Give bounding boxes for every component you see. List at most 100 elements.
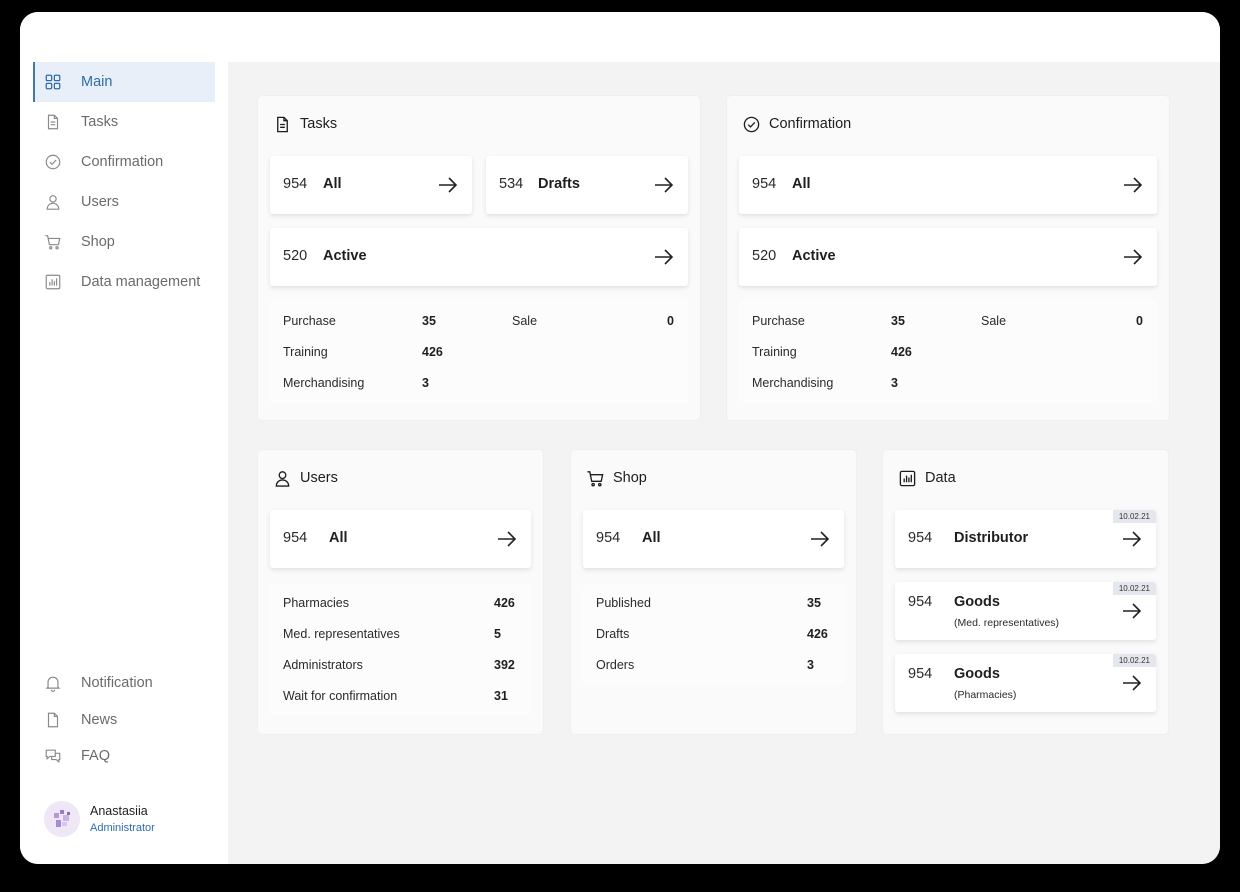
tile-label: All	[323, 176, 342, 192]
data-card: Data 10.02.21 954 Distributor 10.02.21 9…	[883, 450, 1168, 734]
card-title-text: Tasks	[300, 116, 338, 132]
sidebar: Main Tasks Confirmation Users Shop Data …	[20, 62, 228, 864]
stat-value: 426	[494, 596, 515, 610]
data-goods-med-tile[interactable]: 10.02.21 954 Goods (Med. representatives…	[895, 582, 1156, 640]
chat-icon	[43, 746, 63, 766]
stat-label: Purchase	[752, 314, 805, 328]
user-icon	[272, 468, 292, 488]
stat-label: Drafts	[596, 627, 630, 641]
shop-all-tile[interactable]: 954 All	[583, 510, 844, 568]
stat-value: 35	[891, 314, 905, 328]
shop-card: Shop 954 All Published 35 Drafts 426 Ord…	[571, 450, 856, 734]
tasks-drafts-tile[interactable]: 534 Drafts	[486, 156, 688, 214]
card-title: Data	[897, 468, 956, 488]
sidebar-item-label: Data management	[81, 274, 201, 290]
check-circle-icon	[43, 152, 63, 172]
stat-value: 35	[422, 314, 436, 328]
tile-count: 534	[499, 176, 524, 192]
stat-value: 0	[1136, 314, 1143, 328]
sidebar-item-label: Shop	[81, 234, 115, 250]
profile-role: Administrator	[90, 822, 155, 834]
users-card: Users 954 All Pharmacies 426 Med. repres…	[258, 450, 543, 734]
arrow-right-icon	[811, 531, 830, 547]
sidebar-item-label: FAQ	[81, 748, 111, 764]
profile-name: Anastasiia	[90, 804, 148, 818]
stat-label: Sale	[512, 314, 538, 328]
date-badge: 10.02.21	[1112, 510, 1156, 523]
stat-label: Orders	[596, 658, 635, 672]
stat-value: 426	[422, 345, 443, 359]
sidebar-item-label: Tasks	[81, 114, 119, 130]
sidebar-item-news[interactable]: News	[33, 700, 215, 740]
arrow-right-icon	[655, 177, 674, 193]
stat-value: 3	[807, 658, 814, 672]
bell-icon	[43, 673, 63, 693]
stat-label: Purchase	[283, 314, 336, 328]
cart-icon	[585, 468, 605, 488]
sidebar-item-shop[interactable]: Shop	[33, 222, 215, 262]
grid-icon	[43, 72, 63, 92]
arrow-right-icon	[1123, 531, 1142, 547]
app-window: Main Tasks Confirmation Users Shop Data …	[20, 12, 1220, 864]
stat-label: Training	[283, 345, 328, 359]
tasks-active-tile[interactable]: 520 Active	[270, 228, 688, 286]
card-title-text: Data	[925, 470, 956, 486]
sidebar-item-main[interactable]: Main	[33, 62, 215, 102]
stat-label: Merchandising	[283, 376, 365, 390]
top-bar	[20, 12, 1220, 62]
data-distributor-tile[interactable]: 10.02.21 954 Distributor	[895, 510, 1156, 568]
stat-label: Pharmacies	[283, 596, 349, 610]
check-circle-icon	[741, 114, 761, 134]
stat-label: Published	[596, 596, 651, 610]
document-icon	[43, 112, 63, 132]
sidebar-item-label: Notification	[81, 675, 153, 691]
sidebar-item-faq[interactable]: FAQ	[33, 736, 215, 776]
avatar	[44, 801, 80, 837]
stat-value: 0	[667, 314, 674, 328]
tile-count: 954	[283, 530, 308, 546]
main-content: Tasks 954 All 534 Drafts 520 Active Purc…	[228, 62, 1220, 864]
stat-label: Training	[752, 345, 797, 359]
tile-label: Goods	[954, 594, 1000, 610]
stat-label: Merchandising	[752, 376, 834, 390]
stat-value: 5	[494, 627, 501, 641]
sidebar-item-label: Confirmation	[81, 154, 164, 170]
stat-value: 31	[494, 689, 508, 703]
users-all-tile[interactable]: 954 All	[270, 510, 531, 568]
date-badge: 10.02.21	[1112, 582, 1156, 595]
tile-label: Drafts	[538, 176, 580, 192]
confirmation-active-tile[interactable]: 520 Active	[739, 228, 1157, 286]
bar-chart-icon	[43, 272, 63, 292]
card-title: Users	[272, 468, 338, 488]
document-icon	[272, 114, 292, 134]
shop-stats: Published 35 Drafts 426 Orders 3	[583, 584, 844, 684]
sidebar-item-tasks[interactable]: Tasks	[33, 102, 215, 142]
stat-value: 426	[807, 627, 828, 641]
tile-label: Active	[323, 248, 367, 264]
stat-label: Wait for confirmation	[283, 689, 398, 703]
stat-value: 35	[807, 596, 821, 610]
sidebar-item-label: Main	[81, 74, 113, 90]
sidebar-item-users[interactable]: Users	[33, 182, 215, 222]
user-profile[interactable]: Anastasiia Administrator	[44, 801, 155, 837]
confirmation-all-tile[interactable]: 954 All	[739, 156, 1157, 214]
stat-label: Administrators	[283, 658, 363, 672]
sidebar-item-label: Users	[81, 194, 119, 210]
user-icon	[43, 192, 63, 212]
tile-count: 520	[283, 248, 308, 264]
tile-label: Goods	[954, 666, 1000, 682]
tile-sublabel: (Pharmacies)	[954, 689, 1017, 701]
tile-label: All	[792, 176, 811, 192]
sidebar-item-notification[interactable]: Notification	[33, 663, 215, 703]
arrow-right-icon	[498, 531, 517, 547]
data-goods-pharmacies-tile[interactable]: 10.02.21 954 Goods (Pharmacies)	[895, 654, 1156, 712]
sidebar-item-confirmation[interactable]: Confirmation	[33, 142, 215, 182]
tasks-all-tile[interactable]: 954 All	[270, 156, 472, 214]
tile-count: 954	[908, 666, 933, 682]
stat-value: 3	[422, 376, 429, 390]
card-title-text: Shop	[613, 470, 647, 486]
tile-label: Distributor	[954, 530, 1029, 546]
tile-sublabel: (Med. representatives)	[954, 617, 1060, 629]
sidebar-item-label: News	[81, 712, 118, 728]
sidebar-item-data-management[interactable]: Data management	[33, 262, 215, 302]
